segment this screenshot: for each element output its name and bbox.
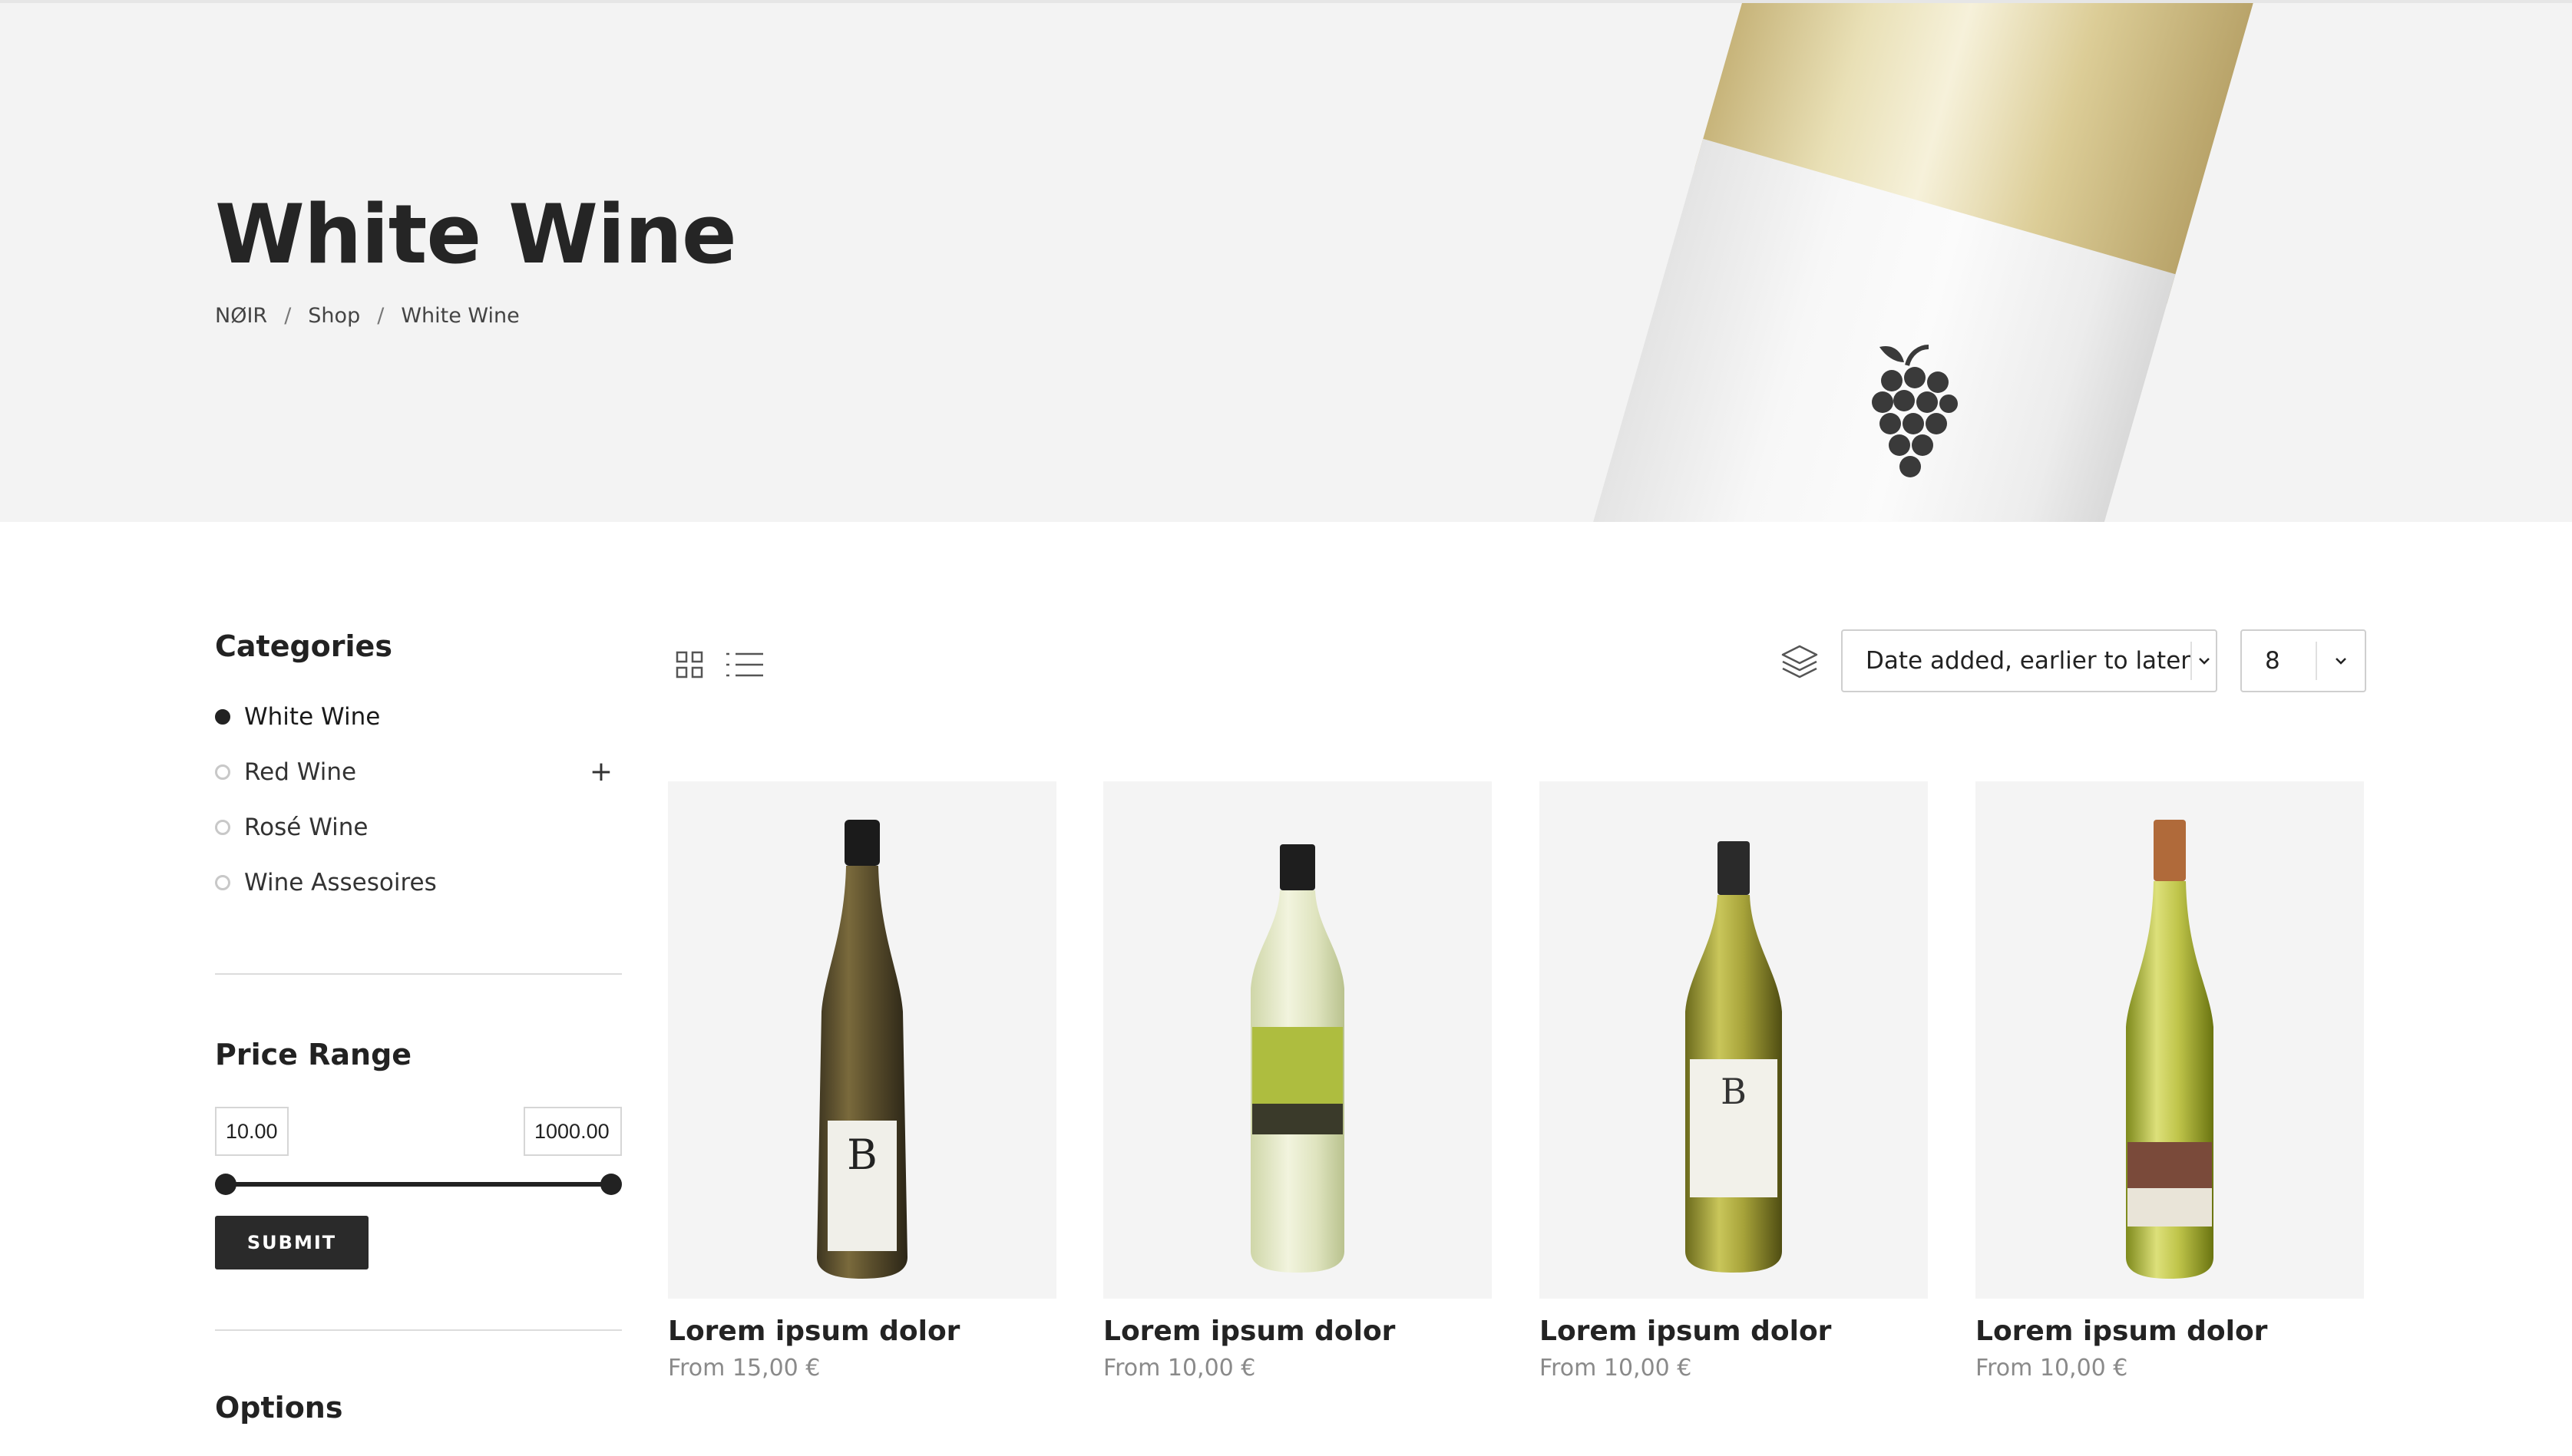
expand-plus-icon[interactable]: +: [590, 758, 613, 786]
price-max-input[interactable]: 1000.00: [524, 1107, 622, 1156]
hero-banner: White Wine NØIR / Shop / White Wine: [0, 0, 2572, 522]
section-divider: [215, 1329, 622, 1331]
product-image[interactable]: [1975, 781, 2364, 1299]
price-inputs: 10.00 1000.00: [215, 1107, 622, 1156]
category-item-wine-accessories[interactable]: Wine Assesoires: [215, 855, 622, 910]
breadcrumb-separator: /: [284, 304, 292, 328]
product-name[interactable]: Lorem ipsum dolor: [1975, 1316, 2364, 1347]
grid-view-icon[interactable]: [676, 651, 703, 678]
product-image[interactable]: B: [668, 781, 1056, 1299]
category-label: Rosé Wine: [244, 814, 369, 841]
options-heading: Options: [215, 1391, 343, 1425]
sort-select[interactable]: Date added, earlier to later: [1841, 629, 2217, 692]
category-label: White Wine: [244, 703, 381, 731]
categories-heading: Categories: [215, 629, 392, 663]
product-card[interactable]: B Lorem ipsum dolor From 15,00 €: [668, 781, 1056, 1382]
per-page-select[interactable]: 8: [2240, 629, 2366, 692]
product-image[interactable]: [1103, 781, 1492, 1299]
price-min-input[interactable]: 10.00: [215, 1107, 289, 1156]
product-price: From 10,00 €: [1975, 1355, 2128, 1382]
breadcrumb-current: White Wine: [401, 304, 520, 328]
breadcrumb-separator: /: [377, 304, 385, 328]
product-card[interactable]: Lorem ipsum dolor From 10,00 €: [1975, 781, 2364, 1382]
product-name[interactable]: Lorem ipsum dolor: [1539, 1316, 1928, 1347]
product-name[interactable]: Lorem ipsum dolor: [668, 1316, 1056, 1347]
radio-dot-icon: [215, 764, 230, 780]
sort-select-value: Date added, earlier to later: [1866, 647, 2191, 675]
breadcrumb-home[interactable]: NØIR: [215, 304, 267, 328]
product-card[interactable]: Lorem ipsum dolor From 10,00 €: [1103, 781, 1492, 1382]
slider-min-handle[interactable]: [215, 1174, 236, 1195]
chevron-down-icon: [2316, 642, 2365, 680]
layers-icon[interactable]: [1780, 642, 1820, 682]
chevron-down-icon: [2190, 642, 2216, 680]
breadcrumb-shop[interactable]: Shop: [308, 304, 360, 328]
product-price: From 15,00 €: [668, 1355, 821, 1382]
slider-track: [224, 1182, 613, 1187]
slider-max-handle[interactable]: [600, 1174, 622, 1195]
product-card[interactable]: B Lorem ipsum dolor From 10,00 €: [1539, 781, 1928, 1382]
category-item-white-wine[interactable]: White Wine: [215, 689, 622, 745]
category-label: Red Wine: [244, 758, 357, 786]
category-list: White Wine Red Wine + Rosé Wine Wine Ass…: [215, 689, 622, 910]
price-range-slider[interactable]: [215, 1173, 622, 1196]
product-name[interactable]: Lorem ipsum dolor: [1103, 1316, 1492, 1347]
radio-dot-icon: [215, 875, 230, 890]
product-price: From 10,00 €: [1103, 1355, 1256, 1382]
per-page-value: 8: [2265, 647, 2280, 675]
category-item-rose-wine[interactable]: Rosé Wine: [215, 800, 622, 855]
breadcrumb: NØIR / Shop / White Wine: [215, 304, 520, 328]
product-image[interactable]: B: [1539, 781, 1928, 1299]
category-item-red-wine[interactable]: Red Wine +: [215, 745, 622, 800]
svg-text:B: B: [1721, 1071, 1747, 1112]
svg-text:B: B: [847, 1131, 878, 1179]
section-divider: [215, 973, 622, 975]
product-price: From 10,00 €: [1539, 1355, 1692, 1382]
radio-dot-icon: [215, 709, 230, 725]
category-label: Wine Assesoires: [244, 869, 437, 896]
submit-button[interactable]: SUBMIT: [215, 1216, 369, 1269]
list-view-icon[interactable]: [725, 651, 765, 678]
filter-sidebar: Categories White Wine Red Wine + Rosé Wi…: [215, 629, 622, 1425]
radio-dot-icon: [215, 820, 230, 835]
page-title: White Wine: [215, 187, 737, 282]
grape-icon: [1872, 345, 1958, 477]
price-range-heading: Price Range: [215, 1038, 412, 1071]
